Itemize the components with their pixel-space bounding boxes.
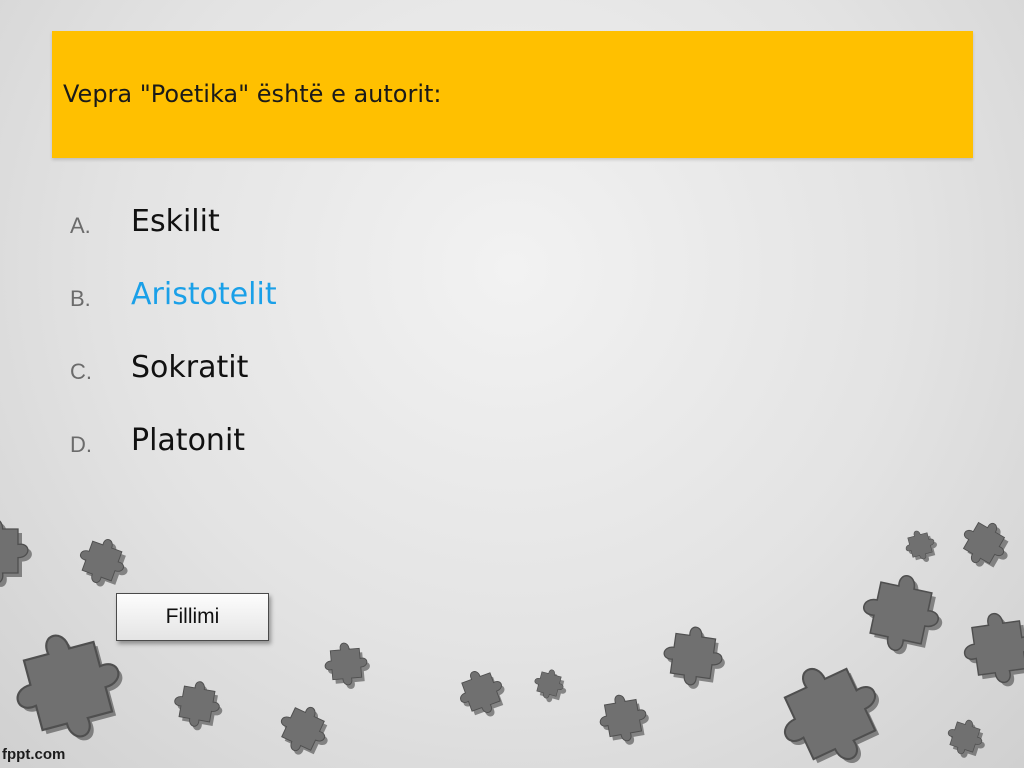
answer-letter: D. xyxy=(70,432,92,457)
answer-option-a[interactable]: A. Eskilit xyxy=(70,200,670,273)
answer-option-d[interactable]: D. Platonit xyxy=(70,419,670,492)
start-button[interactable]: Fillimi xyxy=(116,593,269,641)
question-text: Vepra "Poetika" është e autorit: xyxy=(63,80,442,108)
question-banner: Vepra "Poetika" është e autorit: xyxy=(52,31,973,158)
answer-option-c[interactable]: C. Sokratit xyxy=(70,346,670,419)
answer-letter: B. xyxy=(70,286,91,311)
answer-text[interactable]: Eskilit xyxy=(131,204,220,239)
answer-text[interactable]: Sokratit xyxy=(131,350,248,385)
answer-text[interactable]: Aristotelit xyxy=(131,277,277,312)
answer-letter: A. xyxy=(70,213,91,238)
answer-text[interactable]: Platonit xyxy=(131,423,245,458)
fppt-logo: fppt.com xyxy=(2,746,66,763)
answer-letter: C. xyxy=(70,359,92,384)
answer-option-b[interactable]: B. Aristotelit xyxy=(70,273,670,346)
answer-list: A. Eskilit B. Aristotelit C. Sokratit D.… xyxy=(70,200,670,492)
